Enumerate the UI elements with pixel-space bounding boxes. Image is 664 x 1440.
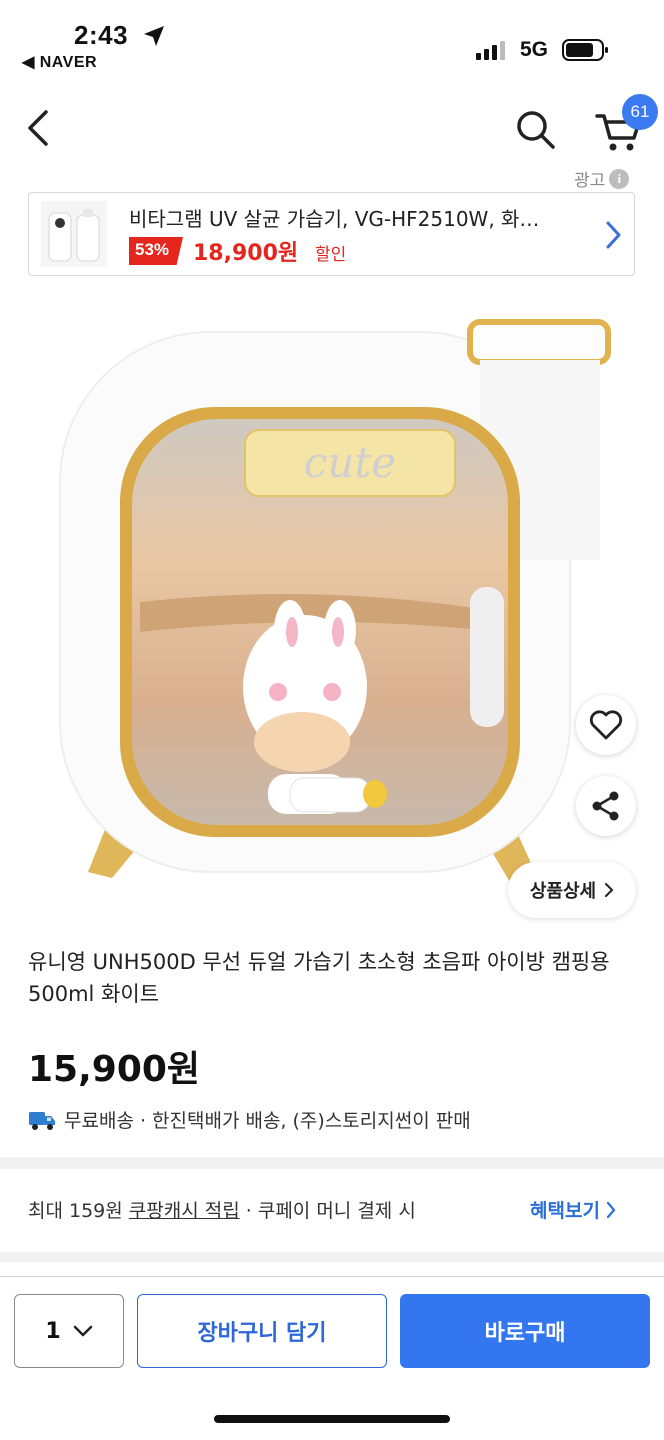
wishlist-button[interactable] <box>576 695 636 755</box>
ad-discount-badge: 53% <box>129 237 184 265</box>
benefit-prefix: 최대 159원 <box>28 1200 129 1222</box>
share-icon <box>592 791 619 821</box>
coupang-cash-link[interactable]: 쿠팡캐시 적립 <box>129 1200 240 1222</box>
bottom-bar-divider <box>0 1276 664 1277</box>
share-button[interactable] <box>576 776 636 836</box>
section-divider <box>0 1252 664 1262</box>
product-title: 유니영 UNH500D 무선 듀얼 가습기 초소형 초음파 아이방 캠핑용 50… <box>28 950 610 1006</box>
network-label: 5G <box>520 38 549 61</box>
signal-icon <box>476 41 505 60</box>
benefit-text: 최대 159원 쿠팡캐시 적립 · 쿠페이 머니 결제 시 <box>28 1196 416 1223</box>
product-price: 15,900원 <box>28 1049 201 1090</box>
ad-banner[interactable]: 비타그램 UV 살균 가습기, VG-HF2510W, 화… 53% 18,90… <box>28 192 635 276</box>
ad-product-thumbnail <box>41 201 107 267</box>
home-indicator[interactable] <box>214 1415 450 1423</box>
status-bar: 2:43 ◀ NAVER 5G <box>0 0 664 80</box>
quantity-select[interactable]: 1 <box>14 1294 124 1368</box>
product-detail-button[interactable]: 상품상세 <box>508 862 636 918</box>
shipping-text: 무료배송 · 한진택배가 배송, (주)스토리지썬이 판매 <box>64 1110 471 1132</box>
view-benefits-link[interactable]: 혜택보기 <box>530 1196 616 1223</box>
battery-icon <box>562 39 608 61</box>
section-divider <box>0 1157 664 1169</box>
back-button[interactable] <box>22 108 58 148</box>
shipping-info: 무료배송 · 한진택배가 배송, (주)스토리지썬이 판매 <box>28 1106 471 1133</box>
status-time: 2:43 <box>74 20 129 50</box>
cart-count-badge: 61 <box>622 94 658 130</box>
product-detail-label: 상품상세 <box>529 881 597 902</box>
ad-price: 18,900원 <box>193 241 299 266</box>
location-arrow-icon <box>144 26 164 46</box>
buy-now-button[interactable]: 바로구매 <box>400 1294 650 1368</box>
quantity-value: 1 <box>45 1318 61 1344</box>
ad-label-text: 광고 <box>574 171 606 191</box>
view-benefits-label: 혜택보기 <box>530 1200 600 1222</box>
chevron-down-icon <box>73 1325 92 1337</box>
info-icon[interactable]: i <box>609 168 630 189</box>
ad-title: 비타그램 UV 살균 가습기, VG-HF2510W, 화… <box>129 207 540 231</box>
ad-label: 광고 i <box>574 166 630 191</box>
cute-label-text: cute <box>304 438 396 487</box>
search-icon[interactable] <box>514 108 558 152</box>
add-to-cart-button[interactable]: 장바구니 담기 <box>137 1294 387 1368</box>
chevron-right-icon <box>605 883 614 897</box>
heart-icon <box>589 710 623 740</box>
ad-sale-label: 할인 <box>315 245 347 265</box>
chevron-right-icon <box>606 221 621 249</box>
product-image[interactable]: cute <box>40 312 620 912</box>
benefit-suffix: · 쿠페이 머니 결제 시 <box>239 1200 416 1222</box>
back-to-app-link[interactable]: ◀ NAVER <box>22 52 97 72</box>
delivery-truck-icon <box>29 1111 55 1130</box>
chevron-right-icon <box>606 1201 616 1218</box>
